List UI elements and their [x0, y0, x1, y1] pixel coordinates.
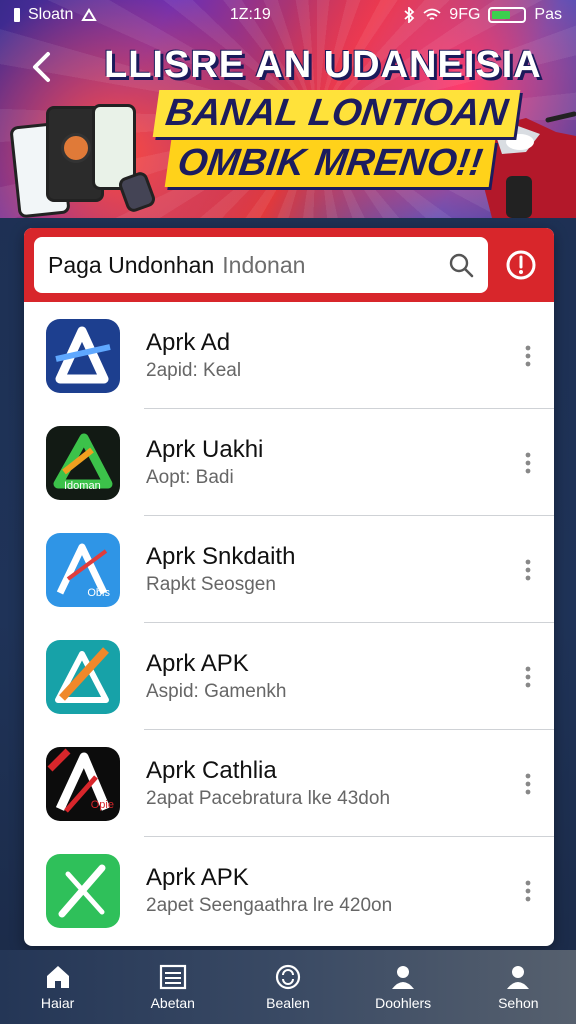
battery-text: Pas: [534, 6, 562, 23]
user-icon: [392, 966, 415, 989]
nav-item-list[interactable]: Abetan: [123, 963, 223, 1011]
refresh-icon: [275, 964, 301, 990]
nav-label: Abetan: [150, 995, 195, 1011]
list-icon: [159, 964, 186, 990]
wifi-icon: [423, 8, 441, 20]
app-name: Aprk Ad: [146, 328, 231, 356]
signal-icon: [81, 8, 98, 21]
nav-label: Haiar: [40, 995, 75, 1011]
app-name: Aprk APK: [146, 863, 249, 891]
app-name: Aprk Cathlia: [146, 756, 277, 784]
nav-item-home[interactable]: Haiar: [8, 963, 108, 1011]
more-vertical-icon: [525, 345, 531, 366]
more-vertical-icon: [525, 559, 531, 580]
app-subtitle: Aspid: Gamenkh: [146, 680, 287, 702]
nav-label: Sehon: [498, 995, 539, 1011]
promo-banner[interactable]: LLISRE AN UDANEISIA BANAL LONTIOAN OMBIK…: [0, 0, 576, 218]
back-button[interactable]: [26, 50, 56, 84]
phones-illustration: [9, 96, 158, 218]
more-options-button[interactable]: [508, 433, 548, 493]
status-bar: Sloatn 1Z:19 9FG Pas: [0, 0, 576, 30]
app-list-card: Paga Undonhan Indonan Aprk Ad 2apid: Kea…: [24, 228, 554, 946]
search-bar: Paga Undonhan Indonan: [24, 228, 554, 302]
list-item[interactable]: Aprk APK 2apet Seengaathra lre 420on: [24, 837, 554, 944]
app-list: Aprk Ad 2apid: Keal Idoman Aprk Uakhi Ao…: [24, 302, 554, 944]
list-item[interactable]: Aprk APK Aspid: Gamenkh: [24, 623, 554, 730]
list-item[interactable]: Opie Aprk Cathlia 2apat Pacebratura lke …: [24, 730, 554, 837]
green-a-logo-icon: Idoman: [46, 425, 120, 500]
list-item[interactable]: Obis Aprk Snkdaith Rapkt Seosgen: [24, 516, 554, 623]
search-label: Paga Undonhan: [48, 251, 215, 278]
app-name: Aprk Snkdaith: [146, 542, 296, 570]
app-subtitle: 2apet Seengaathra lre 420on: [146, 894, 393, 916]
light-blue-a-logo-icon: Obis: [46, 532, 120, 607]
bluetooth-icon: [404, 7, 415, 23]
icon-caption: Obis: [87, 586, 110, 599]
clock: 1Z:19: [229, 6, 271, 23]
app-name: Aprk Uakhi: [146, 435, 264, 463]
nav-label: Doohlers: [375, 995, 432, 1011]
more-options-button[interactable]: [508, 861, 548, 921]
icon-caption: Idoman: [64, 479, 101, 492]
banner-title: LLISRE AN UDANEISIA: [104, 44, 542, 86]
more-vertical-icon: [525, 773, 531, 794]
black-red-a-logo-icon: Opie: [46, 746, 120, 821]
green-x-logo-icon: [46, 853, 120, 928]
network-text: 9FG: [449, 6, 481, 23]
more-options-button[interactable]: [508, 647, 548, 707]
app-subtitle: 2apid: Keal: [146, 359, 242, 381]
list-item[interactable]: Idoman Aprk Uakhi Aopt: Badi: [24, 409, 554, 516]
more-vertical-icon: [525, 452, 531, 473]
alert-circle-icon: [506, 250, 536, 280]
search-icon[interactable]: [448, 252, 474, 278]
carrier-text: Sloatn: [28, 6, 74, 23]
chevron-left-icon: [33, 52, 50, 82]
nav-item-profile[interactable]: Sehon: [468, 963, 568, 1011]
alert-button[interactable]: [498, 242, 544, 288]
app-subtitle: 2apat Pacebratura lke 43doh: [146, 787, 391, 809]
app-screen: LLISRE AN UDANEISIA BANAL LONTIOAN OMBIK…: [0, 0, 576, 1024]
more-options-button[interactable]: [508, 754, 548, 814]
teal-a-logo-icon: [46, 639, 120, 714]
notification-icon: [14, 8, 20, 22]
search-placeholder: Indonan: [222, 251, 306, 278]
more-vertical-icon: [525, 666, 531, 687]
list-item[interactable]: Aprk Ad 2apid: Keal: [24, 302, 554, 409]
app-subtitle: Aopt: Badi: [146, 466, 234, 488]
app-name: Aprk APK: [146, 649, 249, 677]
more-vertical-icon: [525, 880, 531, 901]
nav-item-users[interactable]: Doohlers: [353, 963, 453, 1011]
bottom-nav: Haiar Abetan Bealen Doohlers Sehon: [0, 950, 576, 1024]
nav-label: Bealen: [266, 995, 310, 1011]
blue-a-logo-icon: [46, 318, 120, 393]
banner-subtitle-1: BANAL LONTIOAN: [152, 90, 521, 137]
home-icon: [46, 966, 69, 988]
more-options-button[interactable]: [508, 540, 548, 600]
app-subtitle: Rapkt Seosgen: [146, 573, 276, 595]
search-input[interactable]: Paga Undonhan Indonan: [34, 237, 488, 293]
nav-item-refresh[interactable]: Bealen: [238, 963, 338, 1011]
battery-icon: [488, 7, 527, 23]
banner-subtitle-2: OMBIK MRENO!!: [164, 140, 496, 187]
profile-icon: [507, 966, 530, 989]
icon-caption: Opie: [90, 798, 114, 811]
more-options-button[interactable]: [508, 326, 548, 386]
